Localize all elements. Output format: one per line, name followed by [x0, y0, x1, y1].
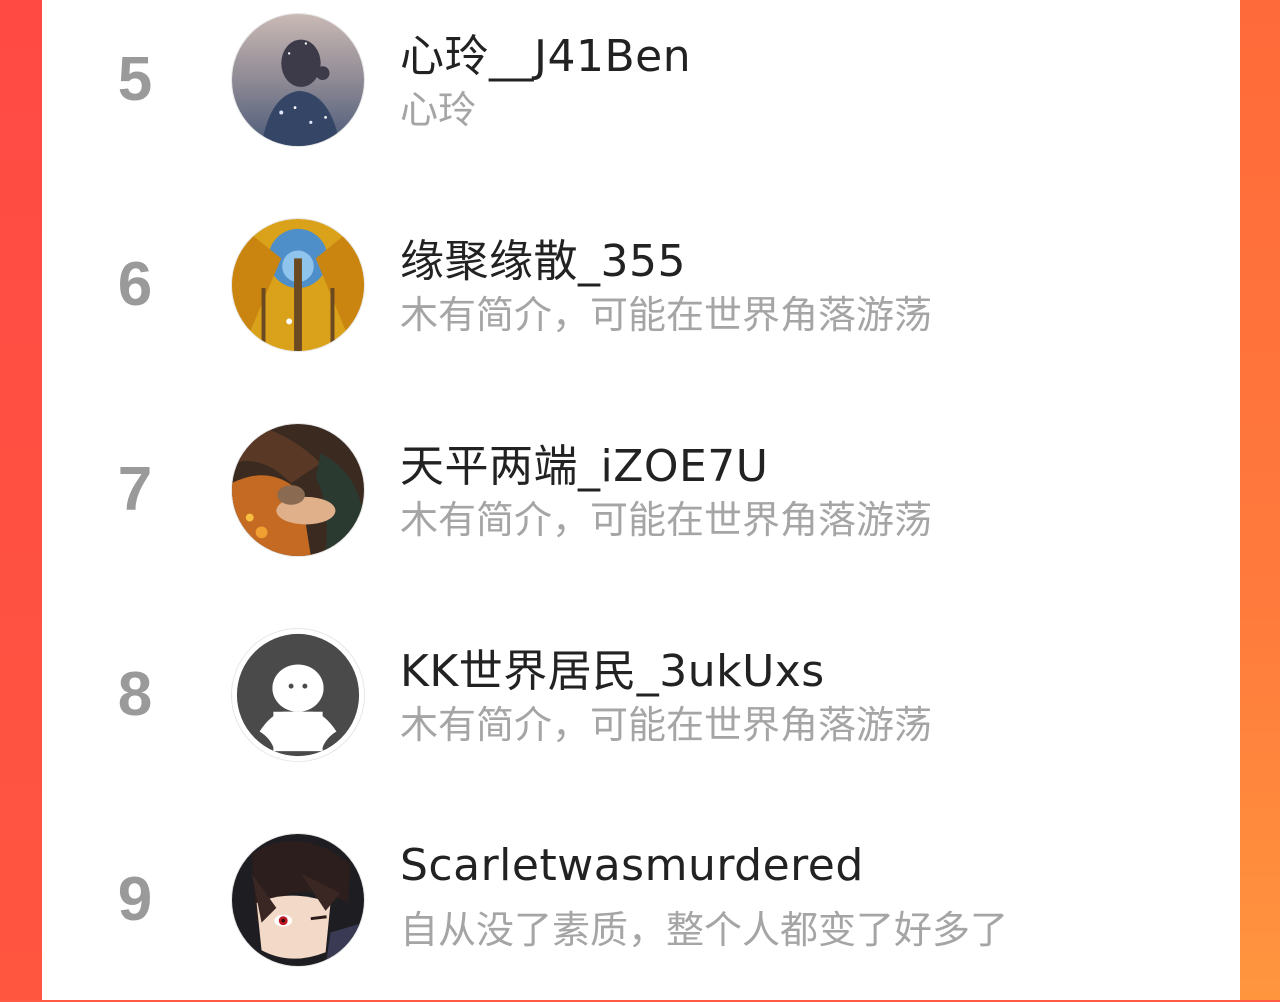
list-item[interactable]: 9 Scarletwasmurdered 自从没了素质，整个人都变了好多了 [42, 797, 1240, 1002]
rank-number: 8 [117, 660, 153, 729]
user-bio: 木有简介，可能在世界角落游荡 [400, 498, 933, 542]
avatar-autumn-trees-icon[interactable] [231, 218, 365, 352]
avatar-anime-boy-icon[interactable] [231, 833, 365, 967]
list-item[interactable]: 8 KK世界居民_3ukUxs 木有简介，可能在世界角落游荡 [42, 592, 1240, 797]
user-bio: 心玲 [400, 88, 477, 132]
rank-number: 7 [117, 455, 153, 524]
background-left-edge [0, 0, 42, 1000]
username[interactable]: KK世界居民_3ukUxs [400, 635, 825, 699]
rank-number: 6 [117, 250, 153, 319]
background-right-edge [1240, 0, 1280, 1000]
username[interactable]: Scarletwasmurdered [400, 840, 864, 891]
username[interactable]: 缘聚缘散_355 [400, 225, 686, 289]
username[interactable]: 心玲__J41Ben [400, 20, 691, 84]
user-bio: 自从没了素质，整个人都变了好多了 [400, 908, 1009, 952]
avatar-default-ghost-icon[interactable] [231, 628, 365, 762]
ranking-list-panel: 5 心玲__J41Ben 心玲 6 缘聚缘散_355 木有简介，可能在世界角落游… [42, 0, 1240, 1000]
avatar-woman-starry-icon[interactable] [231, 13, 365, 147]
list-item[interactable]: 5 心玲__J41Ben 心玲 [42, 0, 1240, 182]
list-item[interactable]: 6 缘聚缘散_355 木有简介，可能在世界角落游荡 [42, 182, 1240, 387]
user-bio: 木有简介，可能在世界角落游荡 [400, 293, 933, 337]
username[interactable]: 天平两端_iZOE7U [400, 430, 769, 494]
rank-number: 5 [117, 45, 153, 114]
user-bio: 木有简介，可能在世界角落游荡 [400, 703, 933, 747]
list-item[interactable]: 7 天平两端_iZOE7U 木有简介，可能在世界角落游荡 [42, 387, 1240, 592]
rank-number: 9 [117, 865, 153, 934]
avatar-hands-cat-icon[interactable] [231, 423, 365, 557]
